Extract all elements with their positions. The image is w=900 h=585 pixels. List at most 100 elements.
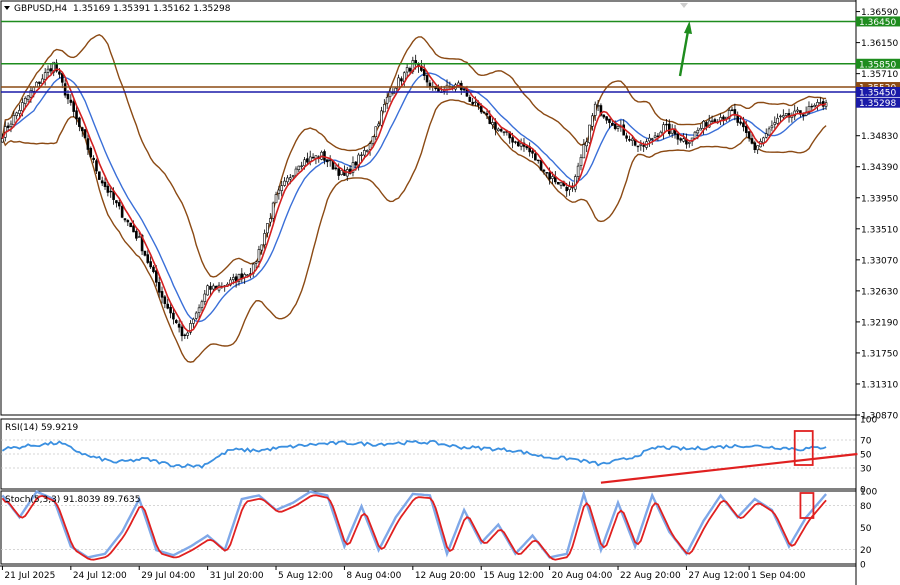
scroll-marker-icon[interactable] xyxy=(680,3,688,8)
candle-body xyxy=(69,99,73,103)
candle-body xyxy=(687,141,691,144)
candle-body xyxy=(588,124,591,143)
candle xyxy=(756,145,759,155)
candle-body xyxy=(212,285,215,290)
candle-body xyxy=(679,138,683,141)
candle xyxy=(753,140,757,154)
candle-body xyxy=(756,145,759,151)
candle-body xyxy=(776,117,779,124)
candle-body xyxy=(485,113,489,116)
candle xyxy=(100,176,104,186)
candle-body xyxy=(534,153,537,161)
candle-body xyxy=(582,144,586,159)
rsi-tick-label: 50 xyxy=(860,451,872,461)
price-tick-label: 1.32190 xyxy=(861,318,898,328)
candle xyxy=(497,127,500,132)
candle-body xyxy=(605,116,608,121)
candle-body xyxy=(231,277,235,280)
candle xyxy=(311,153,315,159)
time-tick-label: 20 Aug 04:00 xyxy=(552,571,613,581)
candle xyxy=(519,138,523,151)
candle-body xyxy=(696,129,700,134)
candle xyxy=(428,79,432,90)
candle-body xyxy=(58,71,61,75)
time-tick-label: 1 Sep 04:00 xyxy=(751,571,806,581)
rsi-tick-label: 100 xyxy=(860,416,877,426)
candle-body xyxy=(764,133,768,138)
candle xyxy=(365,149,369,153)
candle xyxy=(206,284,209,296)
candle-body xyxy=(796,109,799,112)
candle xyxy=(736,111,740,126)
candle-body xyxy=(468,96,472,102)
candle-body xyxy=(408,68,412,72)
candle-body xyxy=(819,102,822,104)
stoch-tick-label: 80 xyxy=(860,502,872,512)
candle-body xyxy=(816,102,819,106)
candle-body xyxy=(502,131,506,134)
candle xyxy=(605,116,608,124)
candle-body xyxy=(78,117,81,127)
price-tick-label: 1.36590 xyxy=(861,8,898,18)
candle xyxy=(793,104,797,121)
time-tick-label: 24 Jul 12:00 xyxy=(73,571,127,581)
price-tick-label: 1.32630 xyxy=(861,287,898,297)
candle-body xyxy=(536,159,540,162)
candle-body xyxy=(186,332,189,336)
candle-body xyxy=(32,87,36,92)
candle-body xyxy=(565,187,569,192)
candle xyxy=(559,182,563,189)
candle xyxy=(15,111,18,120)
candle-body xyxy=(363,150,366,156)
price-chart xyxy=(1,3,856,363)
candle-body xyxy=(425,75,429,83)
candle xyxy=(514,140,517,145)
chart-canvas[interactable]: RSI(14) 59.9219 Stoch(5,3,3) 91.8039 89.… xyxy=(0,0,900,585)
candle-body xyxy=(665,123,668,126)
candle-body xyxy=(246,274,249,276)
candle-body xyxy=(668,123,671,135)
candle-body xyxy=(117,202,121,207)
candle-body xyxy=(742,122,745,128)
candle xyxy=(186,330,189,339)
candle xyxy=(280,180,284,197)
candle-body xyxy=(747,131,751,139)
candle-body xyxy=(340,170,343,176)
candle xyxy=(568,181,571,196)
candle-body xyxy=(83,129,87,139)
up-arrow-icon xyxy=(678,21,692,77)
candle-body xyxy=(705,122,708,127)
candle-body xyxy=(462,88,466,91)
candle-body xyxy=(180,326,184,337)
candle-body xyxy=(422,68,426,76)
candle-body xyxy=(80,127,84,132)
time-tick-label: 21 Jul 2025 xyxy=(4,571,55,581)
candle xyxy=(152,265,155,274)
candle-body xyxy=(576,165,580,177)
candle-body xyxy=(274,194,278,204)
candle-body xyxy=(551,176,554,179)
dropdown-arrow-icon[interactable] xyxy=(4,6,10,10)
candle xyxy=(240,268,244,283)
candle xyxy=(75,106,78,125)
candle xyxy=(123,218,127,223)
candle-body xyxy=(579,157,583,166)
candle xyxy=(78,116,81,132)
candle-body xyxy=(103,181,107,187)
candle-body xyxy=(334,167,338,170)
candle-body xyxy=(360,154,363,157)
candle xyxy=(747,130,751,142)
bollinger-lower-band xyxy=(1,99,827,363)
candle-body xyxy=(194,312,198,319)
candle-body xyxy=(75,110,78,120)
candle-body xyxy=(163,296,167,304)
stochastic-panel: Stoch(5,3,3) 91.8039 89.7635 xyxy=(1,489,856,561)
candle xyxy=(687,141,691,148)
candle xyxy=(790,112,794,123)
price-tick-label: 1.34390 xyxy=(861,163,898,173)
candle xyxy=(320,150,323,161)
candle-body xyxy=(95,160,98,172)
candle xyxy=(422,63,426,81)
candle-body xyxy=(511,137,514,143)
candle-body xyxy=(514,141,517,143)
